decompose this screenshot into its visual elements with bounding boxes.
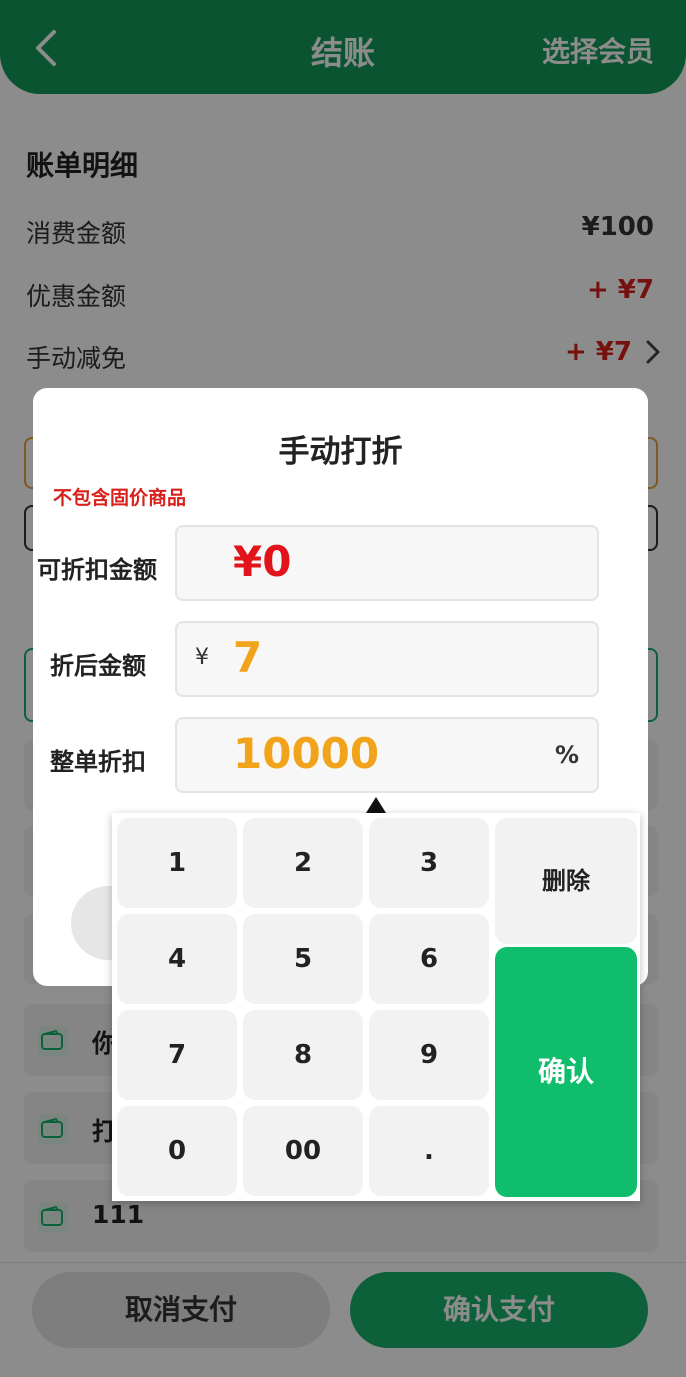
after-discount-label: 折后金额 (50, 652, 146, 680)
key-9[interactable]: 9 (369, 1010, 489, 1100)
keypad-confirm-button[interactable]: 确认 (495, 947, 637, 1197)
key-00[interactable]: 00 (243, 1106, 363, 1196)
delete-key[interactable]: 删除 (495, 818, 637, 944)
key-decimal[interactable]: . (369, 1106, 489, 1196)
key-1[interactable]: 1 (117, 818, 237, 908)
numeric-keypad: 1 2 3 删除 4 5 6 确认 7 8 9 0 00 . (112, 813, 640, 1201)
discountable-amount-label: 可折扣金额 (37, 556, 157, 584)
dialog-title: 手动打折 (278, 434, 403, 470)
keypad-pointer (366, 797, 386, 813)
after-discount-value: 7 (233, 633, 263, 682)
order-discount-value: 10000 (233, 729, 380, 778)
after-discount-field[interactable]: ¥ 7 (175, 621, 599, 697)
key-5[interactable]: 5 (243, 914, 363, 1004)
percent-unit: % (554, 741, 579, 769)
order-discount-label: 整单折扣 (50, 748, 146, 776)
key-2[interactable]: 2 (243, 818, 363, 908)
discountable-amount-field: ¥0 (175, 525, 599, 601)
discountable-amount-value: ¥0 (233, 537, 292, 586)
order-discount-field[interactable]: 10000 % (175, 717, 599, 793)
currency-symbol: ¥ (195, 645, 209, 670)
key-0[interactable]: 0 (117, 1106, 237, 1196)
key-7[interactable]: 7 (117, 1010, 237, 1100)
key-3[interactable]: 3 (369, 818, 489, 908)
key-6[interactable]: 6 (369, 914, 489, 1004)
dialog-note: 不包含固价商品 (53, 487, 187, 509)
key-4[interactable]: 4 (117, 914, 237, 1004)
key-8[interactable]: 8 (243, 1010, 363, 1100)
